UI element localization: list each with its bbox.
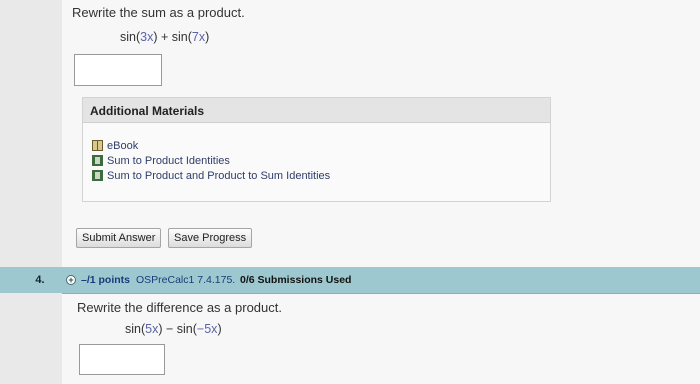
question-3-expression: sin(3x) + sin(7x) bbox=[120, 30, 210, 44]
question-4-number: 4. bbox=[0, 267, 62, 293]
question-3-answer-input[interactable] bbox=[74, 54, 162, 86]
question-4-submissions: 0/6 Submissions Used bbox=[240, 274, 352, 286]
document-icon bbox=[92, 155, 103, 166]
document-icon bbox=[92, 170, 103, 181]
question-4-prompt: Rewrite the difference as a product. bbox=[77, 300, 282, 315]
question-4-answer-input[interactable] bbox=[79, 344, 165, 375]
additional-materials-panel: Additional Materials eBook Sum to Produc… bbox=[82, 97, 551, 202]
sum-to-product-link[interactable]: Sum to Product Identities bbox=[92, 153, 330, 168]
question-3-prompt: Rewrite the sum as a product. bbox=[72, 5, 245, 20]
additional-materials-list: eBook Sum to Product Identities Sum to P… bbox=[92, 138, 330, 183]
save-progress-button[interactable]: Save Progress bbox=[168, 228, 253, 248]
book-icon bbox=[92, 140, 103, 151]
additional-materials-title: Additional Materials bbox=[83, 98, 550, 123]
sum-and-product-identities-link[interactable]: Sum to Product and Product to Sum Identi… bbox=[92, 168, 330, 183]
question-4-points: –/1 points bbox=[81, 274, 131, 286]
submit-answer-button[interactable]: Submit Answer bbox=[76, 228, 162, 248]
left-margin bbox=[0, 0, 62, 384]
ebook-link[interactable]: eBook bbox=[92, 138, 330, 153]
question-4-source: OSPreCalc1 7.4.175. bbox=[136, 274, 236, 286]
question-4-expression: sin(5x) − sin(−5x) bbox=[125, 322, 222, 336]
expand-plus-icon[interactable]: + bbox=[66, 275, 76, 285]
